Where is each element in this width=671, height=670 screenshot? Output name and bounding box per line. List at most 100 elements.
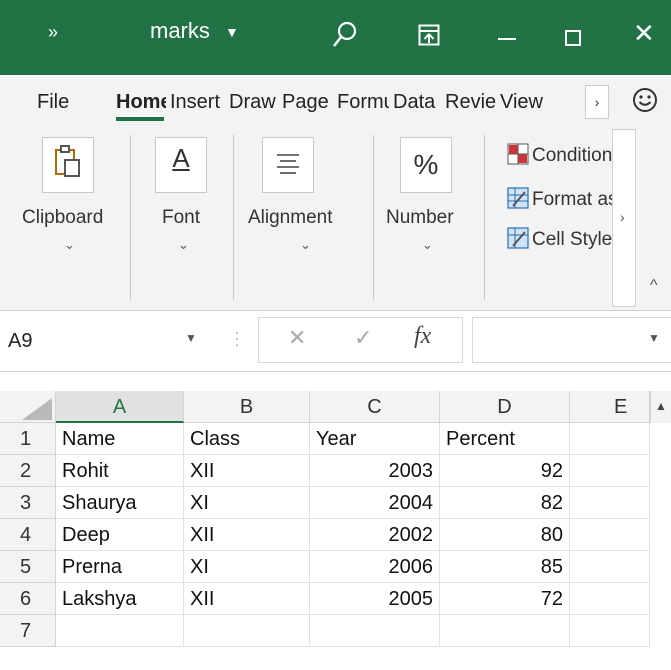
cell-e6[interactable] bbox=[570, 583, 650, 615]
cell-a2[interactable]: Rohit bbox=[56, 455, 184, 487]
column-header-e[interactable]: E bbox=[570, 391, 650, 423]
tab-file[interactable]: File bbox=[37, 91, 81, 114]
cell-e3[interactable] bbox=[570, 487, 650, 519]
column-header-d[interactable]: D bbox=[440, 391, 570, 423]
ribbon: Clipboard ⌄ A Font ⌄ Alignment ⌄ % Numbe… bbox=[0, 127, 671, 311]
cell-b5[interactable]: XI bbox=[184, 551, 310, 583]
formula-input[interactable] bbox=[472, 317, 671, 363]
cell-e5[interactable] bbox=[570, 551, 650, 583]
cell-d4[interactable]: 80 bbox=[440, 519, 570, 551]
column-header-c[interactable]: C bbox=[310, 391, 440, 423]
formula-bar-resize-handle[interactable]: ⋮ bbox=[228, 329, 246, 350]
row-header-6[interactable]: 6 bbox=[0, 583, 56, 615]
clipboard-icon bbox=[55, 145, 80, 177]
clipboard-dropdown-icon[interactable]: ⌄ bbox=[64, 237, 75, 253]
cell-d2[interactable]: 92 bbox=[440, 455, 570, 487]
cell-c7[interactable] bbox=[310, 615, 440, 647]
cell-c2[interactable]: 2003 bbox=[310, 455, 440, 487]
format-as-table-button[interactable]: Format as Table bbox=[507, 187, 612, 211]
cell-c5[interactable]: 2006 bbox=[310, 551, 440, 583]
cell-b2[interactable]: XII bbox=[184, 455, 310, 487]
cell-b1[interactable]: Class bbox=[184, 423, 310, 455]
name-box[interactable]: A9 bbox=[8, 324, 208, 358]
cell-c4[interactable]: 2002 bbox=[310, 519, 440, 551]
cell-a6[interactable]: Lakshya bbox=[56, 583, 184, 615]
conditional-formatting-icon bbox=[507, 143, 529, 165]
collapse-ribbon-icon[interactable]: ^ bbox=[650, 277, 658, 295]
row-header-5[interactable]: 5 bbox=[0, 551, 56, 583]
close-button[interactable]: ✕ bbox=[633, 18, 655, 49]
tab-data[interactable]: Data bbox=[393, 91, 441, 114]
styles-more-icon[interactable]: › bbox=[620, 209, 625, 225]
cell-e4[interactable] bbox=[570, 519, 650, 551]
cell-a7[interactable] bbox=[56, 615, 184, 647]
row-header-7[interactable]: 7 bbox=[0, 615, 56, 647]
ribbon-divider bbox=[484, 135, 485, 300]
formula-bar: A9 ▼ ⋮ ✕ ✓ fx ▼ bbox=[0, 311, 671, 372]
cell-b6[interactable]: XII bbox=[184, 583, 310, 615]
row-header-4[interactable]: 4 bbox=[0, 519, 56, 551]
cell-a5[interactable]: Prerna bbox=[56, 551, 184, 583]
font-group-button[interactable]: A bbox=[155, 137, 207, 193]
cell-d7[interactable] bbox=[440, 615, 570, 647]
select-all-triangle-icon bbox=[22, 398, 52, 420]
tab-review[interactable]: Review bbox=[445, 91, 496, 114]
minimize-button[interactable] bbox=[498, 38, 516, 40]
enter-icon[interactable]: ✓ bbox=[354, 325, 372, 351]
cell-styles-button[interactable]: Cell Styles bbox=[507, 227, 612, 251]
tab-insert[interactable]: Insert bbox=[170, 91, 226, 114]
tab-draw[interactable]: Draw bbox=[229, 91, 279, 114]
tab-view[interactable]: View bbox=[500, 91, 580, 114]
conditional-formatting-button[interactable]: Conditional Formatting bbox=[507, 143, 612, 167]
cell-d6[interactable]: 72 bbox=[440, 583, 570, 615]
maximize-button[interactable] bbox=[565, 30, 581, 46]
font-dropdown-icon[interactable]: ⌄ bbox=[178, 237, 189, 253]
tab-page-layout[interactable]: Page Layout bbox=[282, 91, 333, 114]
feedback-smiley-icon[interactable] bbox=[632, 87, 658, 113]
cell-d1[interactable]: Percent bbox=[440, 423, 570, 455]
format-as-table-label: Format as Table bbox=[532, 189, 612, 210]
cancel-icon[interactable]: ✕ bbox=[288, 325, 306, 351]
number-group-button[interactable]: % bbox=[400, 137, 452, 193]
cell-a3[interactable]: Shaurya bbox=[56, 487, 184, 519]
name-box-dropdown-icon[interactable]: ▼ bbox=[185, 331, 197, 345]
row-header-3[interactable]: 3 bbox=[0, 487, 56, 519]
ribbon-divider bbox=[130, 135, 131, 300]
column-header-b[interactable]: B bbox=[184, 391, 310, 423]
scroll-up-button[interactable]: ▲ bbox=[650, 391, 671, 423]
insert-function-icon[interactable]: fx bbox=[414, 323, 431, 350]
cell-d5[interactable]: 85 bbox=[440, 551, 570, 583]
cell-b4[interactable]: XII bbox=[184, 519, 310, 551]
search-icon[interactable] bbox=[332, 20, 358, 50]
row-header-2[interactable]: 2 bbox=[0, 455, 56, 487]
tab-home[interactable]: Home bbox=[116, 91, 166, 114]
title-dropdown-icon[interactable]: ▼ bbox=[225, 24, 239, 40]
cell-c1[interactable]: Year bbox=[310, 423, 440, 455]
cell-a4[interactable]: Deep bbox=[56, 519, 184, 551]
number-dropdown-icon[interactable]: ⌄ bbox=[422, 237, 433, 253]
active-tab-indicator bbox=[116, 117, 164, 121]
tab-formulas[interactable]: Formulas bbox=[337, 91, 389, 114]
cell-b3[interactable]: XI bbox=[184, 487, 310, 519]
ribbon-display-options-icon[interactable] bbox=[418, 24, 440, 46]
quick-access-more-icon[interactable]: » bbox=[48, 22, 58, 43]
expand-formula-bar-icon[interactable]: ▼ bbox=[648, 331, 660, 345]
clipboard-group-button[interactable] bbox=[42, 137, 94, 193]
cell-e7[interactable] bbox=[570, 615, 650, 647]
cell-c6[interactable]: 2005 bbox=[310, 583, 440, 615]
row-header-1[interactable]: 1 bbox=[0, 423, 56, 455]
cell-a1[interactable]: Name bbox=[56, 423, 184, 455]
font-label: Font bbox=[162, 207, 201, 228]
cell-e2[interactable] bbox=[570, 455, 650, 487]
alignment-dropdown-icon[interactable]: ⌄ bbox=[300, 237, 311, 253]
alignment-group-button[interactable] bbox=[262, 137, 314, 193]
cell-c3[interactable]: 2004 bbox=[310, 487, 440, 519]
cell-d3[interactable]: 82 bbox=[440, 487, 570, 519]
cell-e1[interactable] bbox=[570, 423, 650, 455]
column-header-a[interactable]: A bbox=[56, 391, 184, 423]
file-title[interactable]: marks bbox=[150, 18, 210, 44]
ribbon-divider bbox=[373, 135, 374, 300]
cell-styles-label: Cell Styles bbox=[532, 229, 612, 250]
tabs-scroll-right-button[interactable]: › bbox=[585, 85, 609, 119]
cell-b7[interactable] bbox=[184, 615, 310, 647]
